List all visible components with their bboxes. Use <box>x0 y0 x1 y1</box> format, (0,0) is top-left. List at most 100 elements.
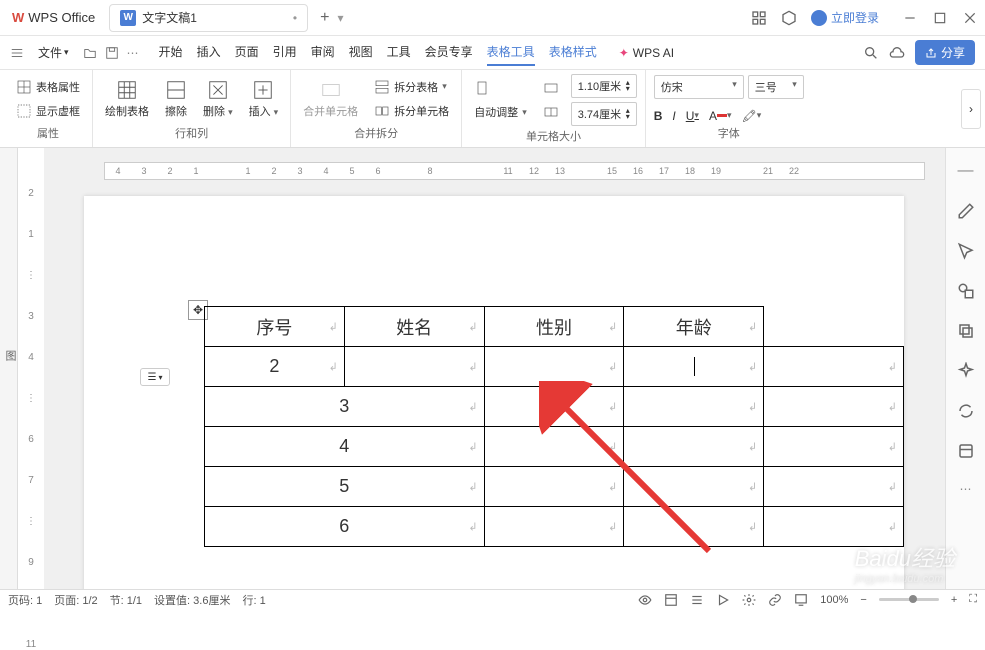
doc-title: 文字文稿1 <box>142 9 197 26</box>
autofit-button[interactable]: 自动调整 ▾ <box>470 102 531 122</box>
col-width-input[interactable]: 3.74厘米▴▾ <box>571 102 637 126</box>
document-tab[interactable]: W 文字文稿1 • <box>109 4 308 32</box>
table-row: 5↲↲↲↲ <box>205 467 904 507</box>
font-color-button[interactable]: A ▾ <box>709 109 732 123</box>
zoom-in-button[interactable]: + <box>951 594 957 606</box>
menubar: 文件 ▾ ⋯ 开始 插入 页面 引用 审阅 视图 工具 会员专享 表格工具 表格… <box>0 36 985 70</box>
sparkle-icon[interactable] <box>957 362 975 380</box>
tab-table-style[interactable]: 表格样式 <box>549 39 597 66</box>
cube-icon[interactable] <box>781 10 797 26</box>
settings-gear-icon[interactable] <box>742 593 756 607</box>
status-pages[interactable]: 页面: 1/2 <box>54 592 97 608</box>
tab-reference[interactable]: 引用 <box>273 39 297 66</box>
doc-type-icon: W <box>120 10 136 26</box>
table-row: 2↲ ↲ ↲ ↲ ↲ <box>205 347 904 387</box>
underline-button[interactable]: U ▾ <box>686 109 699 123</box>
group-label-rowcol: 行和列 <box>175 123 208 143</box>
more-tools-icon[interactable]: ⋯ <box>960 482 972 496</box>
tab-table-tools[interactable]: 表格工具 <box>487 39 535 66</box>
header-cell: 性别↲ <box>484 307 624 347</box>
cloud-sync-icon[interactable] <box>889 45 905 61</box>
tab-tools[interactable]: 工具 <box>387 39 411 66</box>
right-sidebar: — ⋯ <box>945 148 985 589</box>
search-icon[interactable] <box>863 45 879 61</box>
pin-icon[interactable] <box>794 593 808 607</box>
layers-icon[interactable] <box>957 322 975 340</box>
refresh-icon[interactable] <box>957 402 975 420</box>
template-icon[interactable] <box>957 442 975 460</box>
minimize-button[interactable] <box>903 11 917 25</box>
table-cell: ↲ <box>484 347 624 387</box>
new-tab-button[interactable]: + <box>320 9 329 27</box>
row-height-input[interactable]: 1.10厘米▴▾ <box>571 74 637 98</box>
col-width-icon[interactable] <box>539 78 563 98</box>
shapes-icon[interactable] <box>957 282 975 300</box>
merge-cells-button[interactable]: 合并单元格 <box>299 77 362 121</box>
table-header-row: 序号↲ 姓名↲ 性别↲ 年龄↲ <box>205 307 904 347</box>
table-cell: 2↲ <box>205 347 345 387</box>
status-page-num[interactable]: 页码: 1 <box>8 592 42 608</box>
split-cell-button[interactable]: 拆分单元格 <box>370 101 453 121</box>
bold-button[interactable]: B <box>654 109 663 123</box>
ribbon-expand-button[interactable]: › <box>961 89 981 129</box>
tab-review[interactable]: 审阅 <box>311 39 335 66</box>
zoom-out-button[interactable]: − <box>860 594 866 606</box>
close-button[interactable] <box>963 11 977 25</box>
zoom-slider[interactable] <box>879 598 939 601</box>
draw-table-button[interactable]: 绘制表格 <box>101 77 153 121</box>
split-table-button[interactable]: 拆分表格 ▾ <box>370 77 453 97</box>
eraser-button[interactable]: 擦除 <box>161 77 191 121</box>
table-cell: ↲ <box>764 347 904 387</box>
status-setting: 设置值: 3.6厘米 <box>154 592 230 608</box>
share-button[interactable]: 分享 <box>915 40 975 65</box>
tab-list-button[interactable]: ▾ <box>337 11 343 25</box>
save-icon[interactable] <box>105 46 119 60</box>
tab-view[interactable]: 视图 <box>349 39 373 66</box>
ruler-area: 432112345681112131516171819212228293031 <box>44 148 945 182</box>
more-menu-icon[interactable]: ⋯ <box>127 46 139 60</box>
horizontal-ruler[interactable]: 432112345681112131516171819212228293031 <box>104 162 925 180</box>
grid-apps-icon[interactable] <box>751 10 767 26</box>
minus-icon[interactable]: — <box>958 162 974 180</box>
tab-home[interactable]: 开始 <box>159 39 183 66</box>
ribbon-tabs: 开始 插入 页面 引用 审阅 视图 工具 会员专享 表格工具 表格样式 <box>159 39 597 66</box>
cursor-select-icon[interactable] <box>957 242 975 260</box>
nav-pane-icon[interactable]: 图 <box>2 350 18 361</box>
login-button[interactable]: 立即登录 <box>811 9 879 26</box>
tab-member[interactable]: 会员专享 <box>425 39 473 66</box>
wps-ai-button[interactable]: ✦ WPS AI <box>619 46 674 60</box>
layout-icon[interactable] <box>664 593 678 607</box>
distribute-icon[interactable] <box>539 102 563 122</box>
watermark: Baidu经验jingyan.baidu.com <box>855 541 955 585</box>
zoom-value[interactable]: 100% <box>820 594 848 606</box>
delete-button[interactable]: 删除 ▾ <box>199 77 237 121</box>
page[interactable]: ✥ ☰ ▾ 序号↲ 姓名↲ 性别↲ 年龄↲ 2↲ ↲ ↲ ↲ ↲ 3↲↲↲↲ 4… <box>84 196 904 589</box>
pencil-icon[interactable] <box>957 202 975 220</box>
fullscreen-icon[interactable]: ⛶ <box>969 593 977 606</box>
menu-icon[interactable] <box>10 46 24 60</box>
italic-button[interactable]: I <box>672 109 675 123</box>
font-name-select[interactable]: 仿宋▾ <box>654 75 744 99</box>
tab-page[interactable]: 页面 <box>235 39 259 66</box>
text-cursor <box>694 357 695 377</box>
file-menu[interactable]: 文件 ▾ <box>32 42 75 63</box>
highlight-button[interactable]: 🖍 ▾ <box>741 109 761 123</box>
content-table[interactable]: 序号↲ 姓名↲ 性别↲ 年龄↲ 2↲ ↲ ↲ ↲ ↲ 3↲↲↲↲ 4↲↲↲↲ 5… <box>204 306 904 547</box>
table-properties-button[interactable]: 表格属性 <box>12 77 84 97</box>
eye-icon[interactable] <box>638 593 652 607</box>
play-icon[interactable] <box>716 593 730 607</box>
outline-icon[interactable] <box>690 593 704 607</box>
maximize-button[interactable] <box>933 11 947 25</box>
group-label-merge: 合并拆分 <box>354 123 398 143</box>
font-size-select[interactable]: 三号▾ <box>748 75 804 99</box>
table-options-handle[interactable]: ☰ ▾ <box>140 368 170 386</box>
show-gridlines-button[interactable]: 显示虚框 <box>12 101 84 121</box>
insert-button[interactable]: 插入 ▾ <box>245 77 283 121</box>
open-icon[interactable] <box>83 46 97 60</box>
link-icon[interactable] <box>768 593 782 607</box>
wps-logo-icon: W <box>12 10 24 25</box>
row-height-icon[interactable] <box>470 78 531 98</box>
ribbon-toolbar: 表格属性 显示虚框 属性 绘制表格 擦除 删除 ▾ 插入 ▾ 行和列 合并单元格… <box>0 70 985 148</box>
tab-insert[interactable]: 插入 <box>197 39 221 66</box>
group-label-font: 字体 <box>718 123 740 143</box>
